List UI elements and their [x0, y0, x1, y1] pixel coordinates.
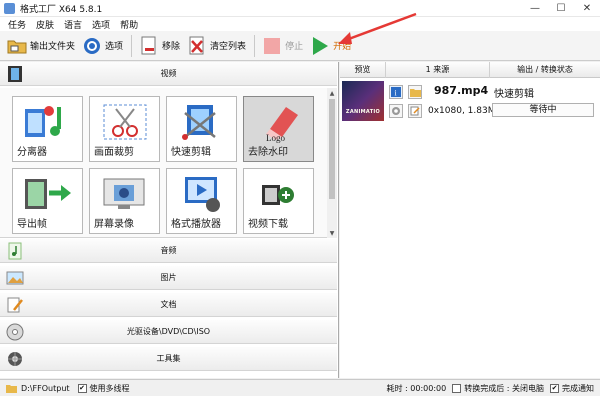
clear-list-button[interactable]: 清空列表 — [186, 33, 246, 59]
image-icon — [5, 268, 25, 288]
folder-icon[interactable] — [408, 85, 422, 99]
task-table-header: 预览 1 来源 输出 / 转换状态 — [340, 62, 600, 78]
toolbar: 输出文件夹 选项 移除 清空列表 停止 开始 — [0, 31, 600, 61]
menu-help[interactable]: 帮助 — [120, 18, 138, 31]
category-tools[interactable]: 工具集 — [0, 347, 337, 371]
tool-remove-watermark[interactable]: Logo 去除水印 — [243, 96, 314, 162]
category-audio[interactable]: 音频 — [0, 239, 337, 263]
column-header-preview[interactable]: 预览 — [340, 62, 386, 78]
column-header-source[interactable]: 1 来源 — [386, 62, 490, 78]
export-frame-icon — [25, 179, 71, 209]
stop-icon — [261, 35, 283, 57]
toolbar-divider — [254, 34, 256, 57]
crop-icon — [103, 104, 147, 140]
file-meta: 0x1080, 1.83M — [428, 106, 496, 116]
tool-crop[interactable]: 画面裁剪 — [89, 96, 160, 162]
notify-checkbox[interactable]: ✔ — [550, 383, 559, 393]
settings-gear-icon[interactable] — [389, 104, 403, 118]
category-document[interactable]: 文档 — [0, 293, 337, 317]
file-name: 987.mp4 — [434, 84, 489, 97]
app-logo-icon — [4, 2, 15, 14]
document-pencil-icon — [5, 295, 25, 315]
toolbar-divider — [131, 34, 133, 57]
edit-doc-icon[interactable] — [408, 104, 422, 118]
tools-scrollbar[interactable]: ▲ ▼ — [327, 88, 337, 238]
remove-button[interactable]: 移除 — [138, 33, 180, 59]
output-folder-button[interactable]: 输出文件夹 — [6, 33, 75, 59]
status-badge: 等待中 — [492, 103, 594, 117]
after-convert-label: 转换完成后 : 关闭电脑 — [464, 383, 544, 393]
output-folder-icon[interactable] — [6, 384, 17, 393]
minimize-button[interactable]: — — [522, 0, 548, 17]
play-icon — [309, 35, 331, 57]
tool-export-frame[interactable]: 导出帧 — [12, 168, 83, 234]
toolbox-icon — [5, 349, 25, 369]
options-button[interactable]: 选项 — [81, 33, 123, 59]
clear-x-icon — [186, 35, 208, 57]
folder-icon — [6, 35, 28, 57]
video-thumbnail: ZANIMATIO — [342, 81, 384, 121]
category-disc[interactable]: 光驱设备\DVD\CD\ISO — [0, 320, 337, 344]
task-list-panel: 预览 1 来源 输出 / 转换状态 ZANIMATIO i 987.mp4 0x… — [340, 62, 600, 378]
splitter-icon — [25, 106, 61, 137]
window-title: 格式工厂 X64 5.8.1 — [20, 4, 103, 15]
multithread-checkbox[interactable]: ✔ — [77, 383, 87, 393]
scroll-down-icon[interactable]: ▼ — [327, 228, 337, 238]
category-panel: 视频 分离器 画面裁剪 快速剪辑 Logo 去除水印 导出帧 屏幕录像 格式播放… — [0, 62, 339, 378]
screen-record-icon — [103, 178, 145, 209]
video-download-icon — [262, 185, 294, 205]
elapsed-time: 耗时 : 00:00:00 — [386, 383, 447, 393]
menu-skin[interactable]: 皮肤 — [36, 18, 54, 31]
table-row[interactable]: ZANIMATIO i 987.mp4 0x1080, 1.83M 快速剪辑 等… — [340, 79, 600, 123]
music-note-icon — [5, 241, 25, 261]
close-button[interactable]: ✕ — [574, 0, 600, 17]
disc-icon — [5, 322, 25, 342]
stop-button[interactable]: 停止 — [261, 33, 303, 59]
menu-task[interactable]: 任务 — [8, 18, 26, 31]
output-path[interactable]: D:\FFOutput — [21, 384, 70, 393]
category-image[interactable]: 图片 — [0, 266, 337, 290]
tool-video-download[interactable]: 视频下载 — [243, 168, 314, 234]
menu-language[interactable]: 语言 — [64, 18, 82, 31]
notify-label: 完成通知 — [562, 383, 594, 393]
after-convert-checkbox[interactable] — [452, 383, 462, 393]
film-icon — [5, 64, 25, 84]
svg-text:Logo: Logo — [266, 133, 285, 143]
multithread-label: 使用多线程 — [89, 383, 130, 393]
menu-bar: 任务 皮肤 语言 选项 帮助 — [0, 17, 600, 31]
info-icon[interactable]: i — [389, 85, 403, 99]
scroll-thumb[interactable] — [329, 99, 335, 199]
tool-splitter[interactable]: 分离器 — [12, 96, 83, 162]
task-type: 快速剪辑 — [494, 89, 534, 100]
status-bar: D:\FFOutput ✔ 使用多线程 耗时 : 00:00:00 转换完成后 … — [0, 379, 600, 396]
remove-watermark-icon: Logo — [266, 107, 298, 143]
player-icon — [185, 177, 220, 212]
category-video[interactable]: 视频 — [0, 62, 337, 86]
scroll-up-icon[interactable]: ▲ — [327, 88, 337, 98]
start-button[interactable]: 开始 — [309, 33, 351, 59]
column-header-output-status[interactable]: 输出 / 转换状态 — [490, 62, 600, 78]
video-tools-grid: 分离器 画面裁剪 快速剪辑 Logo 去除水印 导出帧 屏幕录像 格式播放器 视… — [0, 88, 337, 238]
tool-quick-clip[interactable]: 快速剪辑 — [166, 96, 237, 162]
quick-clip-icon — [182, 105, 216, 140]
gear-icon — [81, 35, 103, 57]
title-bar: 格式工厂 X64 5.8.1 — ☐ ✕ — [0, 0, 600, 17]
tool-format-player[interactable]: 格式播放器 — [166, 168, 237, 234]
menu-options[interactable]: 选项 — [92, 18, 110, 31]
maximize-button[interactable]: ☐ — [548, 0, 574, 17]
tool-screen-record[interactable]: 屏幕录像 — [89, 168, 160, 234]
remove-file-icon — [138, 35, 160, 57]
